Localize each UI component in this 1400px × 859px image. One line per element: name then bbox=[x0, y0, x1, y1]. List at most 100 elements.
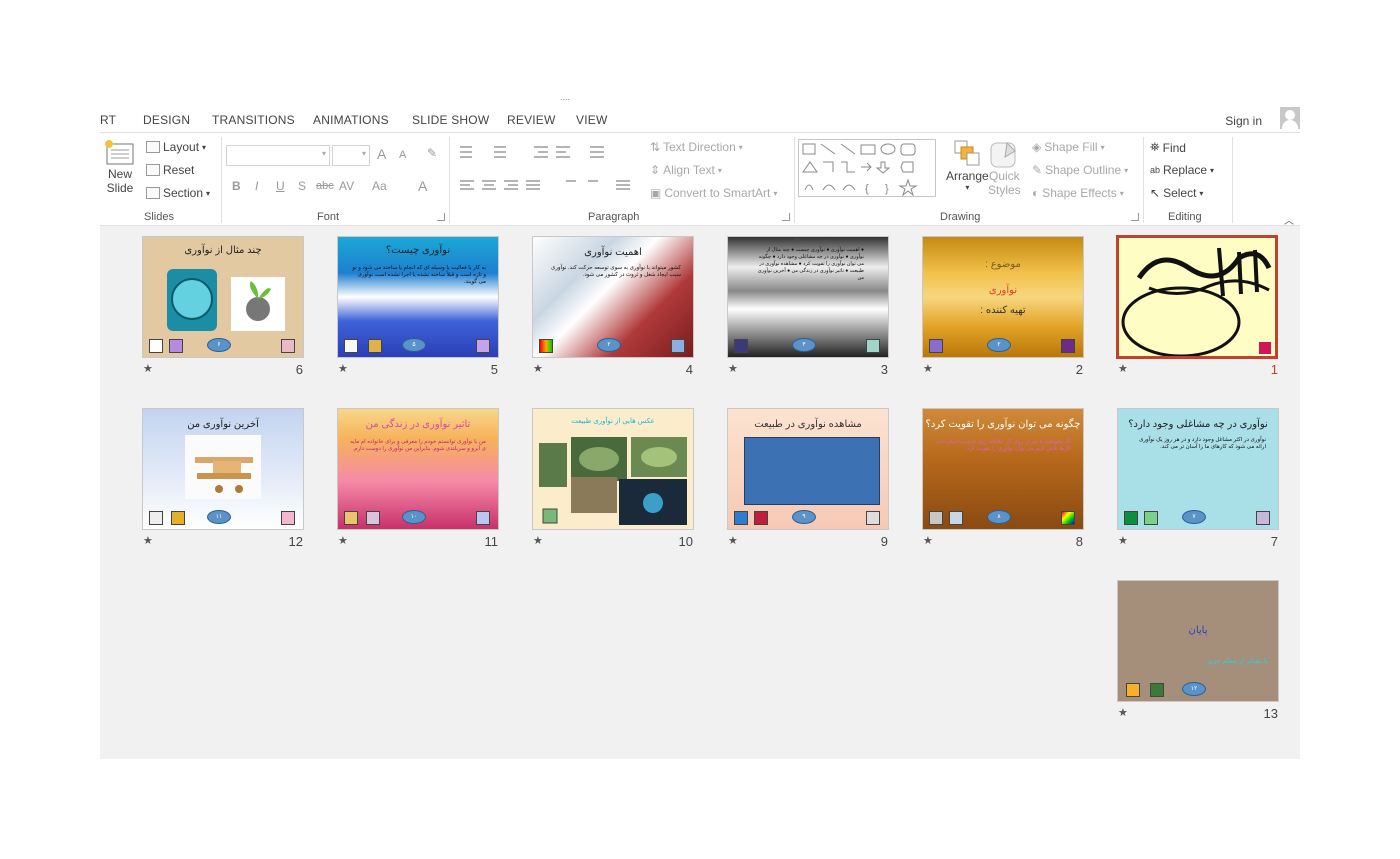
slide-thumbnail[interactable]: آخرین نوآوری من ۱۱ bbox=[142, 408, 304, 530]
layout-button[interactable]: Layout ▾ bbox=[146, 140, 206, 154]
slide-number: 12 bbox=[288, 534, 303, 549]
shapes-gallery[interactable]: {} bbox=[798, 139, 936, 197]
slide-thumbnail[interactable]: فهرست مطالب ● اهمیت نوآوری ● نوآوری چیست… bbox=[727, 236, 889, 358]
convert-smartart-button[interactable]: ▣ Convert to SmartArt ▾ bbox=[650, 186, 777, 200]
align-text-button[interactable]: ⇕ Align Text ▾ bbox=[650, 163, 722, 177]
slide-title: چگونه می توان نوآوری را تقویت کرد؟ bbox=[925, 419, 1081, 430]
slide-badge: ۲ bbox=[597, 338, 621, 352]
tab-format[interactable]: RT bbox=[100, 113, 116, 127]
video-placeholder bbox=[744, 437, 880, 505]
nav-button-icon bbox=[1144, 511, 1158, 525]
avatar[interactable] bbox=[1280, 107, 1300, 129]
slide-thumbnail[interactable]: اهمیت نوآوری کشور میتواند با نوآوری به س… bbox=[532, 236, 694, 358]
layout-icon bbox=[146, 141, 160, 153]
clear-format-icon[interactable]: ✎ bbox=[427, 146, 437, 160]
quick-styles-button[interactable]: Quick Styles bbox=[988, 139, 1021, 197]
group-label-font: Font bbox=[317, 211, 340, 223]
smartart-icon: ▣ bbox=[650, 186, 662, 200]
group-separator bbox=[794, 137, 795, 223]
nav-button-icon bbox=[368, 339, 382, 353]
layout-label: Layout bbox=[163, 140, 200, 154]
animation-star-icon: ★ bbox=[143, 535, 153, 547]
tab-design[interactable]: DESIGN bbox=[143, 113, 190, 127]
effects-icon: ◐ bbox=[1032, 186, 1040, 200]
sign-in-link[interactable]: Sign in bbox=[1225, 114, 1262, 128]
strikethrough-button[interactable]: abc bbox=[316, 180, 334, 192]
slide-thumbnail[interactable]: پایان با تشکر از معلم عزیز ۱۲ bbox=[1117, 580, 1279, 702]
paragraph-dialog-launcher-icon[interactable] bbox=[782, 213, 790, 221]
tab-view[interactable]: VIEW bbox=[576, 113, 607, 127]
group-label-slides: Slides bbox=[144, 211, 174, 223]
tab-transitions[interactable]: TRANSITIONS bbox=[212, 113, 295, 127]
new-slide-icon bbox=[105, 140, 134, 165]
title-bar: .... bbox=[100, 92, 1300, 108]
tab-slide-show[interactable]: SLIDE SHOW bbox=[412, 113, 489, 127]
italic-button[interactable]: I bbox=[255, 179, 258, 193]
select-button[interactable]: ↖ Select ▾ bbox=[1150, 186, 1203, 200]
slide-thumbnail[interactable]: عکس هایی از نوآوری طبیعت bbox=[532, 408, 694, 530]
reset-button[interactable]: Reset bbox=[146, 163, 194, 177]
nav-button-icon bbox=[754, 511, 768, 525]
find-button[interactable]: ⛯ Find bbox=[1150, 140, 1186, 155]
change-case-button[interactable]: Aa bbox=[372, 179, 387, 193]
quick-styles-icon bbox=[990, 141, 1017, 168]
nav-button-icon bbox=[476, 339, 490, 353]
slide-thumbnail[interactable]: نوآوری در چه مشاغلی وجود دارد؟ نوآوری در… bbox=[1117, 408, 1279, 530]
font-color-button[interactable]: A bbox=[418, 178, 427, 194]
ribbon-tabs: RT DESIGN TRANSITIONS ANIMATIONS SLIDE S… bbox=[100, 107, 1300, 132]
section-button[interactable]: Section ▾ bbox=[146, 186, 210, 200]
group-label-paragraph: Paragraph bbox=[588, 211, 640, 223]
font-name-dropdown[interactable] bbox=[226, 145, 330, 166]
find-label: Find bbox=[1162, 140, 1186, 155]
chevron-down-icon: ▾ bbox=[1199, 188, 1204, 198]
font-dialog-launcher-icon[interactable] bbox=[437, 213, 445, 221]
slide-body: اگر بخواهیم با تمرکز روی کار خلاقانه روی… bbox=[935, 439, 1071, 452]
character-spacing-button[interactable]: AV bbox=[339, 179, 354, 193]
slide-number: 2 bbox=[1075, 362, 1083, 377]
slide-title: تاثیر نوآوری در زندگی من bbox=[365, 419, 471, 430]
reset-label: Reset bbox=[163, 163, 195, 177]
tab-review[interactable]: REVIEW bbox=[507, 113, 556, 127]
grow-font-button[interactable]: A bbox=[377, 146, 386, 162]
shape-effects-button[interactable]: ◐ Shape Effects ▾ bbox=[1032, 186, 1124, 200]
select-label: Select bbox=[1163, 186, 1197, 200]
tab-animations[interactable]: ANIMATIONS bbox=[313, 113, 389, 127]
shape-fill-button[interactable]: ◈ Shape Fill ▾ bbox=[1032, 140, 1105, 154]
chevron-down-icon: ▾ bbox=[1124, 165, 1129, 175]
shape-outline-button[interactable]: ✎ Shape Outline ▾ bbox=[1032, 163, 1128, 177]
slide-badge: ۶ bbox=[207, 338, 231, 352]
animation-star-icon: ★ bbox=[923, 535, 933, 547]
slide-number: 1 bbox=[1270, 362, 1278, 377]
bold-button[interactable]: B bbox=[232, 179, 241, 193]
section-label: Section bbox=[163, 186, 204, 200]
animation-star-icon: ★ bbox=[533, 535, 543, 547]
shadow-button[interactable]: S bbox=[298, 179, 306, 193]
slide-thumbnail[interactable]: نوآوری چیست؟ به کار یا فعالیت یا وسیله ا… bbox=[337, 236, 499, 358]
group-separator bbox=[1143, 137, 1144, 223]
new-slide-button[interactable]: New Slide bbox=[104, 139, 136, 195]
slide-thumbnail[interactable]: چگونه می توان نوآوری را تقویت کرد؟ اگر ب… bbox=[922, 408, 1084, 530]
shrink-font-button[interactable]: A bbox=[399, 149, 406, 161]
slide-thumbnail[interactable] bbox=[1116, 235, 1278, 359]
chevron-down-icon: ▾ bbox=[1100, 142, 1105, 152]
convert-smartart-label: Convert to SmartArt bbox=[664, 186, 771, 200]
arrange-button[interactable]: Arrange ▾ bbox=[946, 139, 989, 192]
collapse-ribbon-icon[interactable]: ︿ bbox=[1284, 212, 1294, 227]
font-size-dropdown[interactable] bbox=[332, 145, 370, 166]
replace-button[interactable]: ab Replace ▾ bbox=[1150, 163, 1214, 177]
section-icon bbox=[146, 187, 160, 199]
nav-button-icon bbox=[281, 339, 295, 353]
slide-thumbnail[interactable]: تاثیر نوآوری در زندگی من من با نوآوری تو… bbox=[337, 408, 499, 530]
slide-thumbnail[interactable]: مشاهده نوآوری در طبیعت ۹ bbox=[727, 408, 889, 530]
underline-button[interactable]: U bbox=[276, 179, 285, 193]
animation-star-icon: ★ bbox=[338, 535, 348, 547]
svg-text:}: } bbox=[885, 183, 889, 195]
text-direction-button[interactable]: ⇅ Text Direction ▾ bbox=[650, 140, 743, 154]
slide-thumbnail[interactable]: موضوع : نوآوری تهیه کننده : ۲ bbox=[922, 236, 1084, 358]
nav-button-icon bbox=[1150, 683, 1164, 697]
chevron-down-icon: ▾ bbox=[738, 142, 743, 152]
slide-thumbnail[interactable]: چند مثال از نوآوری ۶ bbox=[142, 236, 304, 358]
chevron-down-icon: ▾ bbox=[202, 142, 207, 152]
drawing-dialog-launcher-icon[interactable] bbox=[1131, 213, 1139, 221]
slide-title: فهرست مطالب bbox=[788, 239, 828, 245]
